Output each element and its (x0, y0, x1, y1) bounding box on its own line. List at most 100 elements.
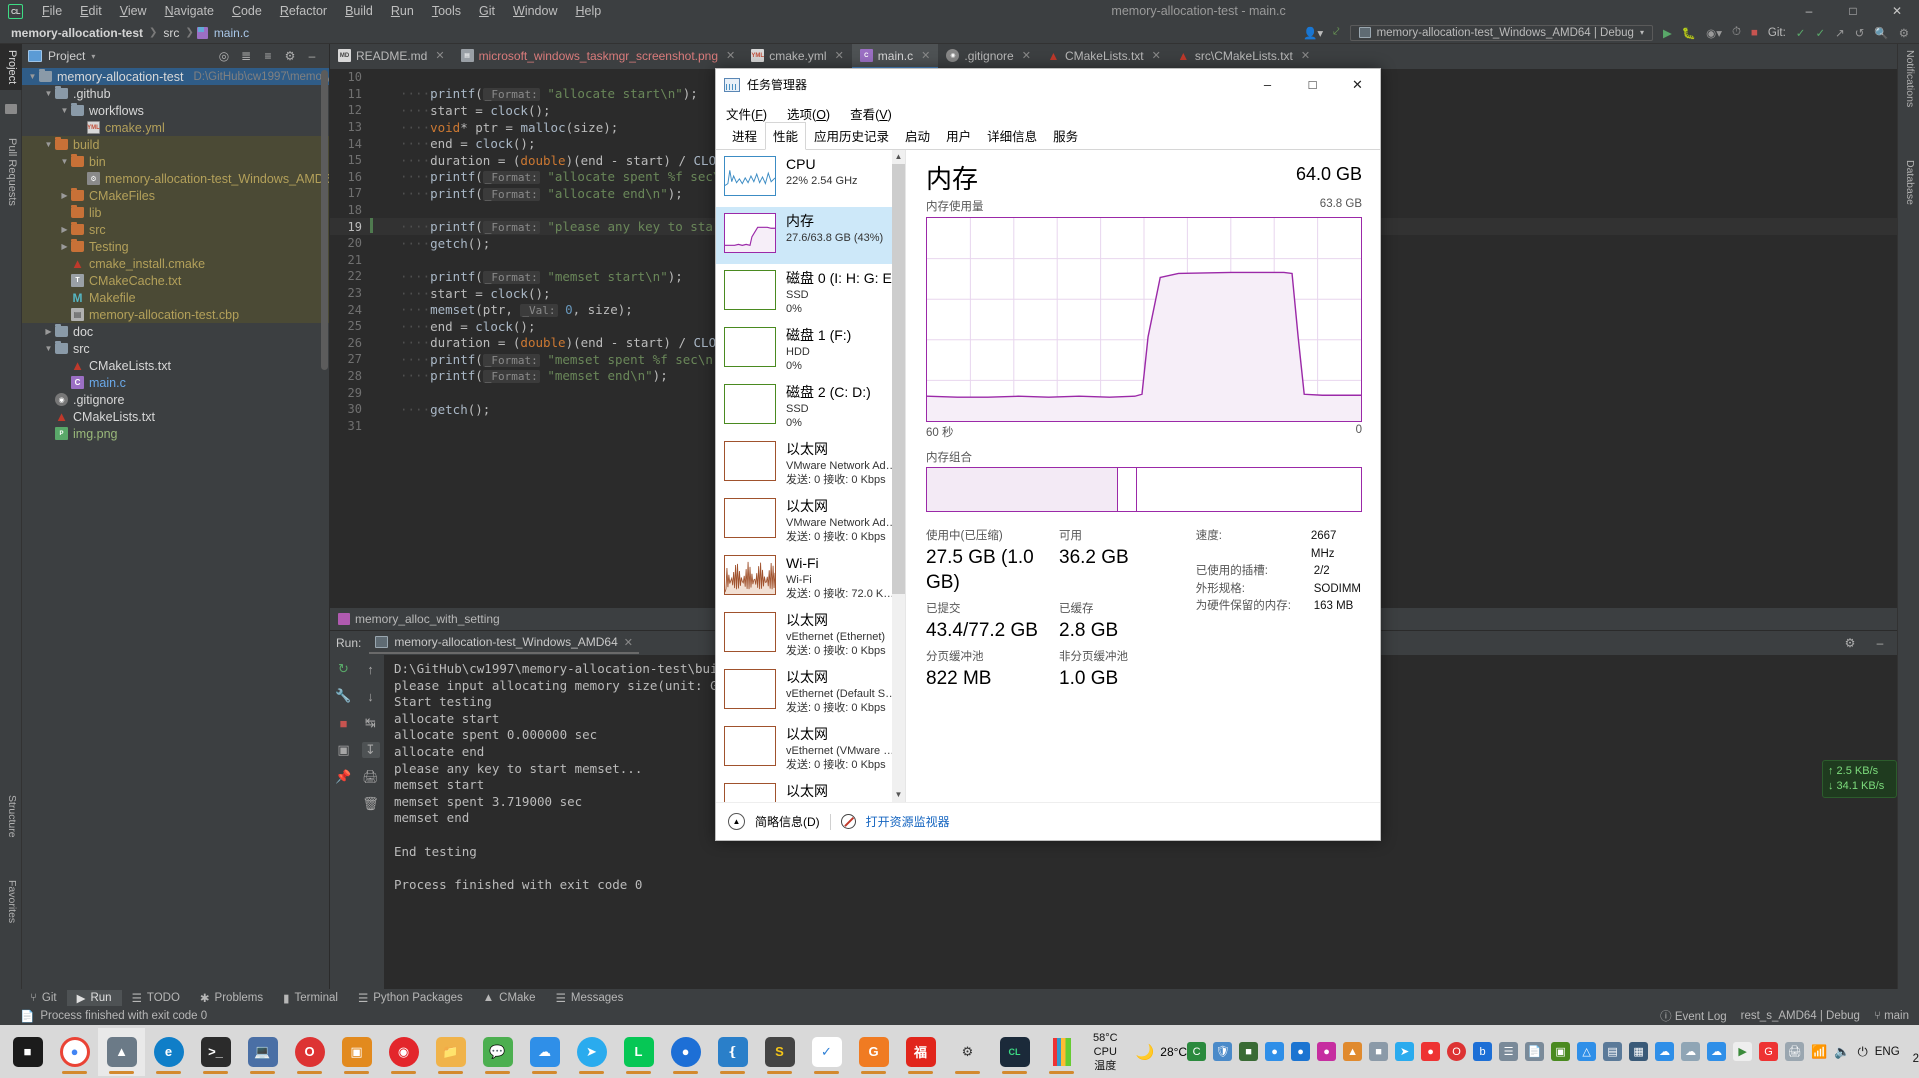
rerun-icon[interactable]: ↻ (335, 661, 353, 677)
settings-gear-icon[interactable]: ⚙ (279, 49, 301, 63)
editor-tab[interactable]: ▲ CMakeLists.txt ✕ (1039, 44, 1169, 69)
performance-resource-list[interactable]: CPU 22% 2.54 GHz 内存 27.6/63.8 GB (43%) 磁盘 0 … (716, 150, 906, 802)
sidebar-tab-database[interactable]: Database (1898, 154, 1919, 211)
resource-item-4[interactable]: 磁盘 2 (C: D:) SSD 0% (716, 378, 905, 435)
sidebar-tab-structure[interactable]: Structure (0, 789, 22, 844)
tray-cloud3-icon[interactable]: ☁ (1707, 1042, 1727, 1061)
close-icon[interactable]: ✕ (921, 49, 930, 62)
tree-item[interactable]: ▼ src (22, 340, 329, 357)
resource-item-10[interactable]: 以太网 vEthernet (VMware Ne... 发送: 0 接收: 0 Kb… (716, 720, 905, 777)
taskbar-clock[interactable]: 23:59 2021/10/6 (1913, 1037, 1919, 1067)
sidebar-tab-favorites[interactable]: Favorites (0, 874, 22, 929)
tray-monitor-icon[interactable]: ■ (1369, 1042, 1389, 1061)
tray-onedrive-icon[interactable]: ☁ (1655, 1042, 1675, 1061)
editor-tab-bar[interactable]: MD README.md ✕ ▤ microsoft_windows_taskmgr_s… (330, 44, 1897, 69)
menu-navigate[interactable]: Navigate (156, 2, 223, 20)
tm-tab-服务[interactable]: 服务 (1045, 122, 1086, 149)
settings-gear-icon[interactable]: ⚙ (1899, 26, 1909, 40)
resource-item-3[interactable]: 磁盘 1 (F:) HDD 0% (716, 321, 905, 378)
menu-refactor[interactable]: Refactor (271, 2, 336, 20)
locate-file-icon[interactable]: ◎ (213, 49, 235, 63)
run-button[interactable]: ▶ (1663, 26, 1672, 40)
wifi-icon[interactable]: 📶 (1811, 1044, 1827, 1060)
tree-item[interactable]: ▶ src (22, 221, 329, 238)
tree-item[interactable]: M Makefile (22, 289, 329, 306)
tree-item[interactable]: ▼ memory-allocation-test D:\GitHub\cw1997\… (22, 68, 329, 85)
run-tab[interactable]: memory-allocation-test_Windows_AMD64 ✕ (369, 632, 639, 654)
sidebar-tab-project[interactable]: Project (0, 44, 22, 91)
taskbar-baidu-netdisk[interactable]: ☁ (521, 1028, 568, 1076)
collapse-all-icon[interactable]: ≡ (257, 49, 279, 63)
tm-menu-options[interactable]: 选项(O) (787, 104, 830, 123)
start-button[interactable]: ■ (4, 1028, 51, 1076)
editor-tab[interactable]: ▤ microsoft_windows_taskmgr_screenshot.pn… (453, 44, 744, 69)
taskbar-file-explorer[interactable]: 📁 (427, 1028, 474, 1076)
tree-item[interactable]: ▤ memory-allocation-test.cbp (22, 306, 329, 323)
editor-tab[interactable]: ◉ .gitignore ✕ (938, 44, 1039, 69)
menu-tools[interactable]: Tools (423, 2, 470, 20)
tree-expand-arrow[interactable]: ▼ (26, 72, 39, 81)
tree-item[interactable]: Pimg.png (22, 425, 329, 442)
sidebar-tab-notifications[interactable]: Notifications (1898, 44, 1919, 113)
taskbar-office[interactable]: ▣ (333, 1028, 380, 1076)
tray-g-icon[interactable]: G (1759, 1042, 1779, 1061)
scroll-up-icon[interactable]: ↑ (362, 661, 380, 677)
print-icon[interactable]: 🖨 (362, 769, 380, 785)
tree-expand-arrow[interactable]: ▶ (58, 242, 71, 251)
event-log-button[interactable]: ⓘ Event Log (1660, 1008, 1727, 1024)
tray-baidu-icon[interactable]: ● (1421, 1042, 1441, 1061)
tree-item[interactable]: lib (22, 204, 329, 221)
tree-item[interactable]: ▲ CMakeLists.txt (22, 357, 329, 374)
taskbar-xiaohongshu[interactable]: 福 (897, 1028, 944, 1076)
settings-gear-icon[interactable]: ⚙ (1839, 636, 1861, 650)
user-avatar-icon[interactable]: 👤▾ (1303, 26, 1323, 40)
scroll-to-end-icon[interactable]: ↧ (361, 742, 380, 758)
tray-printer-icon[interactable]: 🖨 (1785, 1042, 1805, 1061)
tray-flame-icon[interactable]: ▲ (1343, 1042, 1363, 1061)
ide-bottom-tool-bar[interactable]: ⑂ Git ▶ Run ☰ TODO ✱ Problems ▮ Terminal ☰ Python P… (0, 989, 1919, 1006)
close-icon[interactable]: ✕ (1022, 49, 1031, 62)
resource-item-1[interactable]: 内存 27.6/63.8 GB (43%) (716, 207, 905, 264)
stop-icon[interactable]: ■ (335, 715, 353, 731)
git-branch-indicator[interactable]: ⑂ main (1874, 1010, 1909, 1022)
menu-code[interactable]: Code (223, 2, 271, 20)
open-resource-monitor-link[interactable]: 打开资源监视器 (866, 813, 950, 830)
maximize-icon[interactable]: □ (1831, 0, 1875, 22)
tree-expand-arrow[interactable]: ▶ (58, 225, 71, 234)
menu-build[interactable]: Build (336, 2, 382, 20)
breadcrumb-file[interactable]: main.c (211, 26, 252, 40)
tree-item[interactable]: ▼ workflows (22, 102, 329, 119)
project-file-tree[interactable]: ▼ memory-allocation-test D:\GitHub\cw1997\… (22, 68, 329, 1025)
hide-panel-icon[interactable]: – (301, 49, 323, 63)
menu-edit[interactable]: Edit (71, 2, 111, 20)
tree-item[interactable]: ▼ build (22, 136, 329, 153)
close-icon[interactable]: ✕ (1875, 0, 1919, 22)
task-manager-tab-bar[interactable]: 进程 性能 应用历史记录 启动 用户 详细信息 服务 (716, 122, 1380, 150)
resource-item-5[interactable]: 以太网 VMware Network Ada... 发送: 0 接收: 0 Kbps (716, 435, 905, 492)
menu-file[interactable]: File (33, 2, 71, 20)
bottom-tool-cmake[interactable]: ▲ CMake (473, 991, 546, 1005)
tm-tab-进程[interactable]: 进程 (724, 122, 765, 149)
taskbar-maps[interactable]: ● (662, 1028, 709, 1076)
tm-tab-详细信息[interactable]: 详细信息 (979, 122, 1045, 149)
taskbar-vscode[interactable]: ❴ (709, 1028, 756, 1076)
profile-button[interactable]: ⏱ (1732, 26, 1741, 39)
tray-play-icon[interactable]: ▶ (1733, 1042, 1753, 1061)
tray-list-icon[interactable]: ☰ (1499, 1042, 1519, 1061)
tree-item[interactable]: YML cmake.yml (22, 119, 329, 136)
breadcrumb-folder[interactable]: src (160, 26, 182, 40)
menu-view[interactable]: View (111, 2, 156, 20)
tray-green-icon[interactable]: ▣ (1551, 1042, 1571, 1061)
sidebar-tab-pull-requests[interactable]: Pull Requests (0, 132, 22, 212)
tray-drive-icon[interactable]: △ (1577, 1042, 1597, 1061)
tree-expand-arrow[interactable]: ▶ (58, 191, 71, 200)
tray-doc-icon[interactable]: 📄 (1525, 1042, 1545, 1061)
resource-item-7[interactable]: Wi-Fi Wi-Fi 发送: 0 接收: 72.0 Kbps (716, 549, 905, 606)
tray-shield-icon[interactable]: 🛡 (1213, 1042, 1233, 1061)
tree-item[interactable]: ⚙ memory-allocation-test_Windows_AMD64.ex… (22, 170, 329, 187)
taskbar-settings[interactable]: ⚙ (944, 1028, 991, 1076)
tree-item[interactable]: T CMakeCache.txt (22, 272, 329, 289)
tree-item[interactable]: ▲ CMakeLists.txt (22, 408, 329, 425)
menu-git[interactable]: Git (470, 2, 504, 20)
taskbar-todo[interactable]: ✓ (803, 1028, 850, 1076)
